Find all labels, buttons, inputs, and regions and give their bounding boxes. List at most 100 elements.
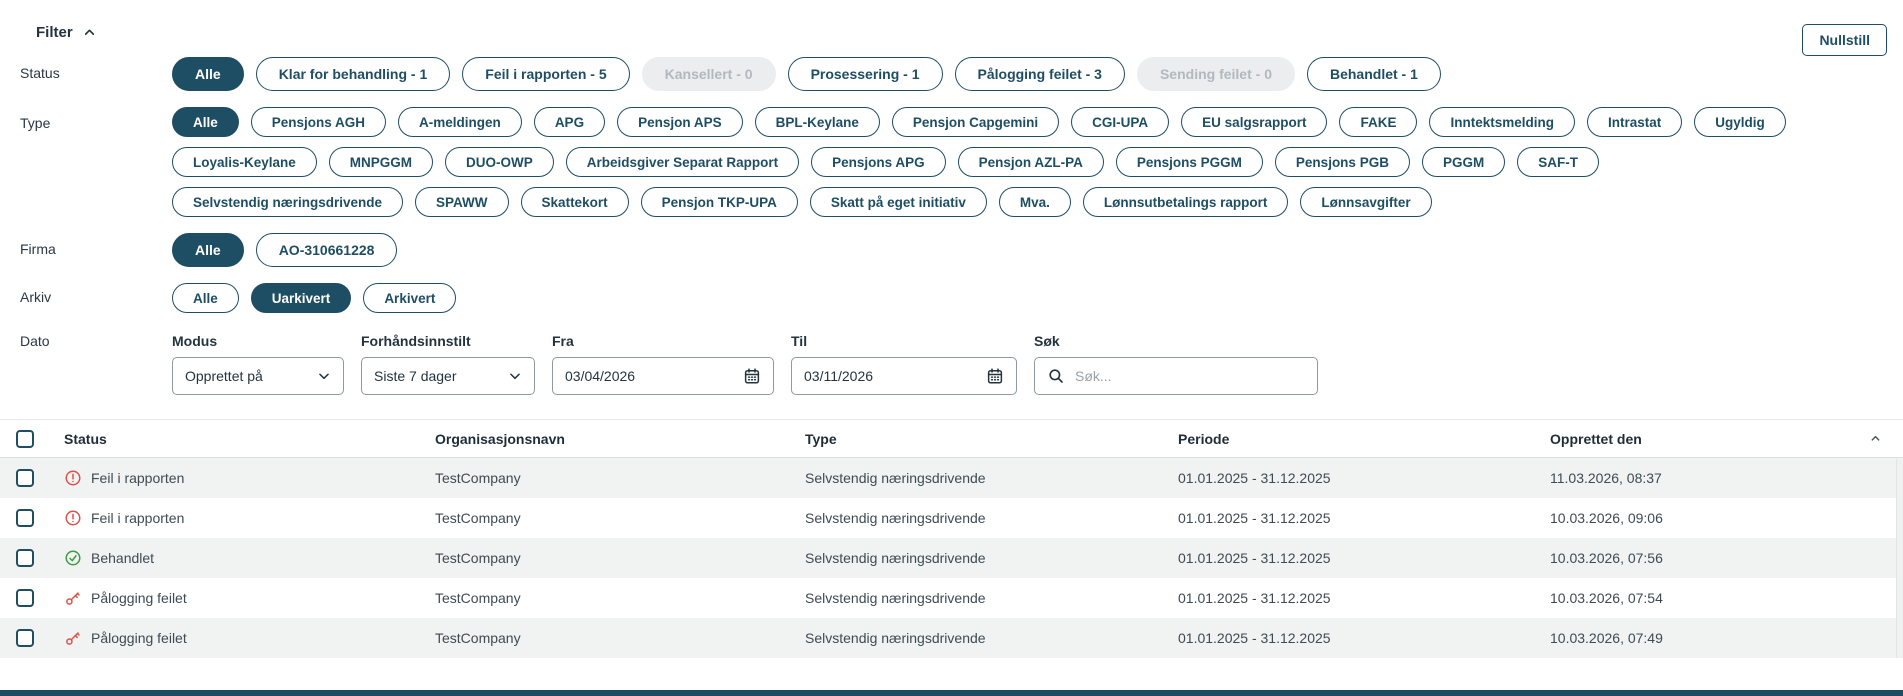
status-filter-row: Status Alle Klar for behandling - 1 Feil i… [20,57,1887,91]
column-header-periode[interactable]: Periode [1178,431,1550,447]
status-cell: Pålogging feilet [64,629,435,647]
search-icon [1047,367,1065,385]
to-date-field: Til 03/11/2026 [791,333,1017,395]
row-checkbox-cell [0,509,64,527]
type-filter-label: Type [20,107,172,131]
created-cell: 10.03.2026, 07:56 [1550,550,1903,566]
pill-lønnsutbetalings-rapport[interactable]: Lønnsutbetalings rapport [1083,187,1289,217]
pill-feil-i-rapporten-5[interactable]: Feil i rapporten - 5 [462,57,629,91]
pill-cgi-upa[interactable]: CGI-UPA [1071,107,1169,137]
pill-bpl-keylane[interactable]: BPL-Keylane [755,107,880,137]
pill-apg[interactable]: APG [534,107,605,137]
pill-selvstendig-næringsdrivende[interactable]: Selvstendig næringsdrivende [172,187,403,217]
pill-pensjons-agh[interactable]: Pensjons AGH [251,107,386,137]
pill-ugyldig[interactable]: Ugyldig [1694,107,1786,137]
search-input[interactable] [1075,368,1305,384]
table-header-row: Status Organisasjonsnavn Type Periode Op… [0,420,1903,458]
pill-loyalis-keylane[interactable]: Loyalis-Keylane [172,147,317,177]
pill-lønnsavgifter[interactable]: Lønnsavgifter [1300,187,1431,217]
column-header-status[interactable]: Status [64,431,435,447]
pill-skatt-på-eget-initiativ[interactable]: Skatt på eget initiativ [810,187,987,217]
type-pill-row: Selvstendig næringsdrivende SPAWW Skatteko… [172,187,1786,217]
to-date-input[interactable]: 03/11/2026 [791,357,1017,395]
pill-fake[interactable]: FAKE [1339,107,1417,137]
pill-klar-for-behandling-1[interactable]: Klar for behandling - 1 [256,57,451,91]
pill-pensjons-pggm[interactable]: Pensjons PGGM [1116,147,1263,177]
pill-intrastat[interactable]: Intrastat [1587,107,1682,137]
error-circle-icon [64,509,82,527]
pill-pensjon-azl-pa[interactable]: Pensjon AZL-PA [958,147,1104,177]
firma-filter-label: Firma [20,233,172,257]
from-date-input[interactable]: 03/04/2026 [552,357,774,395]
table-row[interactable]: Pålogging feiletTestCompanySelvstendig n… [0,618,1903,658]
table-row[interactable]: Feil i rapportenTestCompanySelvstendig n… [0,498,1903,538]
vertical-scrollbar[interactable] [1896,459,1903,658]
select-all-checkbox[interactable] [16,430,34,448]
status-filter-label: Status [20,57,172,81]
table-row[interactable]: Pålogging feiletTestCompanySelvstendig n… [0,578,1903,618]
pill-arbeidsgiver-separat-rapport[interactable]: Arbeidsgiver Separat Rapport [566,147,799,177]
column-header-organisasjonsnavn[interactable]: Organisasjonsnavn [435,431,805,447]
reports-table: Status Organisasjonsnavn Type Periode Op… [0,419,1903,658]
pill-pålogging-feilet-3[interactable]: Pålogging feilet - 3 [955,57,1125,91]
pill-prosessering-1[interactable]: Prosessering - 1 [788,57,943,91]
pill-inntektsmelding[interactable]: Inntektsmelding [1429,107,1575,137]
preset-select[interactable]: Siste 7 dager [361,357,535,395]
pill-pensjons-apg[interactable]: Pensjons APG [811,147,946,177]
dato-filter-row: Dato Modus Opprettet på Forhåndsinnstilt… [20,333,1887,395]
row-checkbox-cell [0,549,64,567]
organization-cell: TestCompany [435,470,805,486]
pill-pensjon-capgemini[interactable]: Pensjon Capgemini [892,107,1059,137]
row-checkbox[interactable] [16,469,34,487]
pill-spaww[interactable]: SPAWW [415,187,509,217]
type-pill-group: Alle Pensjons AGH A-meldingen APG Pensjon AP… [172,107,1786,217]
pill-behandlet-1[interactable]: Behandlet - 1 [1307,57,1441,91]
sort-ascending-icon[interactable] [1870,433,1881,444]
created-cell: 10.03.2026, 07:49 [1550,630,1903,646]
pill-pensjon-tkp-upa[interactable]: Pensjon TKP-UPA [641,187,798,217]
table-body: Feil i rapportenTestCompanySelvstendig n… [0,458,1903,658]
pill-pensjons-pgb[interactable]: Pensjons PGB [1275,147,1410,177]
pill-eu-salgsrapport[interactable]: EU salgsrapport [1181,107,1327,137]
pill-alle[interactable]: Alle [172,107,239,137]
pill-ao-310661228[interactable]: AO-310661228 [256,233,398,267]
pill-a-meldingen[interactable]: A-meldingen [398,107,522,137]
pill-pggm[interactable]: PGGM [1422,147,1505,177]
filter-title: Filter [36,24,73,41]
period-cell: 01.01.2025 - 31.12.2025 [1178,590,1550,606]
period-cell: 01.01.2025 - 31.12.2025 [1178,470,1550,486]
pill-alle[interactable]: Alle [172,57,244,91]
modus-select[interactable]: Opprettet på [172,357,344,395]
row-checkbox[interactable] [16,549,34,567]
pill-duo-owp[interactable]: DUO-OWP [445,147,554,177]
pill-pensjon-aps[interactable]: Pensjon APS [617,107,743,137]
pill-saf-t[interactable]: SAF-T [1517,147,1599,177]
calendar-icon[interactable] [743,367,761,385]
pill-mnpggm[interactable]: MNPGGM [329,147,433,177]
status-text: Pålogging feilet [91,630,187,646]
row-checkbox-cell [0,629,64,647]
pill-uarkivert[interactable]: Uarkivert [251,283,352,313]
column-header-opprettet-den[interactable]: Opprettet den [1550,431,1903,447]
column-header-type[interactable]: Type [805,431,1178,447]
pill-mva[interactable]: Mva. [999,187,1071,217]
row-checkbox[interactable] [16,629,34,647]
modus-value: Opprettet på [185,368,263,384]
reset-filters-button[interactable]: Nullstill [1802,24,1887,56]
pill-alle[interactable]: Alle [172,283,239,313]
calendar-icon[interactable] [986,367,1004,385]
preset-field: Forhåndsinnstilt Siste 7 dager [361,333,535,395]
row-checkbox[interactable] [16,589,34,607]
table-row[interactable]: Feil i rapportenTestCompanySelvstendig n… [0,458,1903,498]
chevron-up-icon[interactable] [83,26,96,39]
pill-arkivert[interactable]: Arkivert [363,283,456,313]
pill-skattekort[interactable]: Skattekort [521,187,629,217]
modus-field: Modus Opprettet på [172,333,344,395]
table-row[interactable]: BehandletTestCompanySelvstendig næringsd… [0,538,1903,578]
error-circle-icon [64,469,82,487]
pill-alle[interactable]: Alle [172,233,244,267]
search-box[interactable] [1034,357,1318,395]
row-checkbox[interactable] [16,509,34,527]
horizontal-scrollbar[interactable] [0,690,1903,696]
from-date-value: 03/04/2026 [565,368,635,384]
